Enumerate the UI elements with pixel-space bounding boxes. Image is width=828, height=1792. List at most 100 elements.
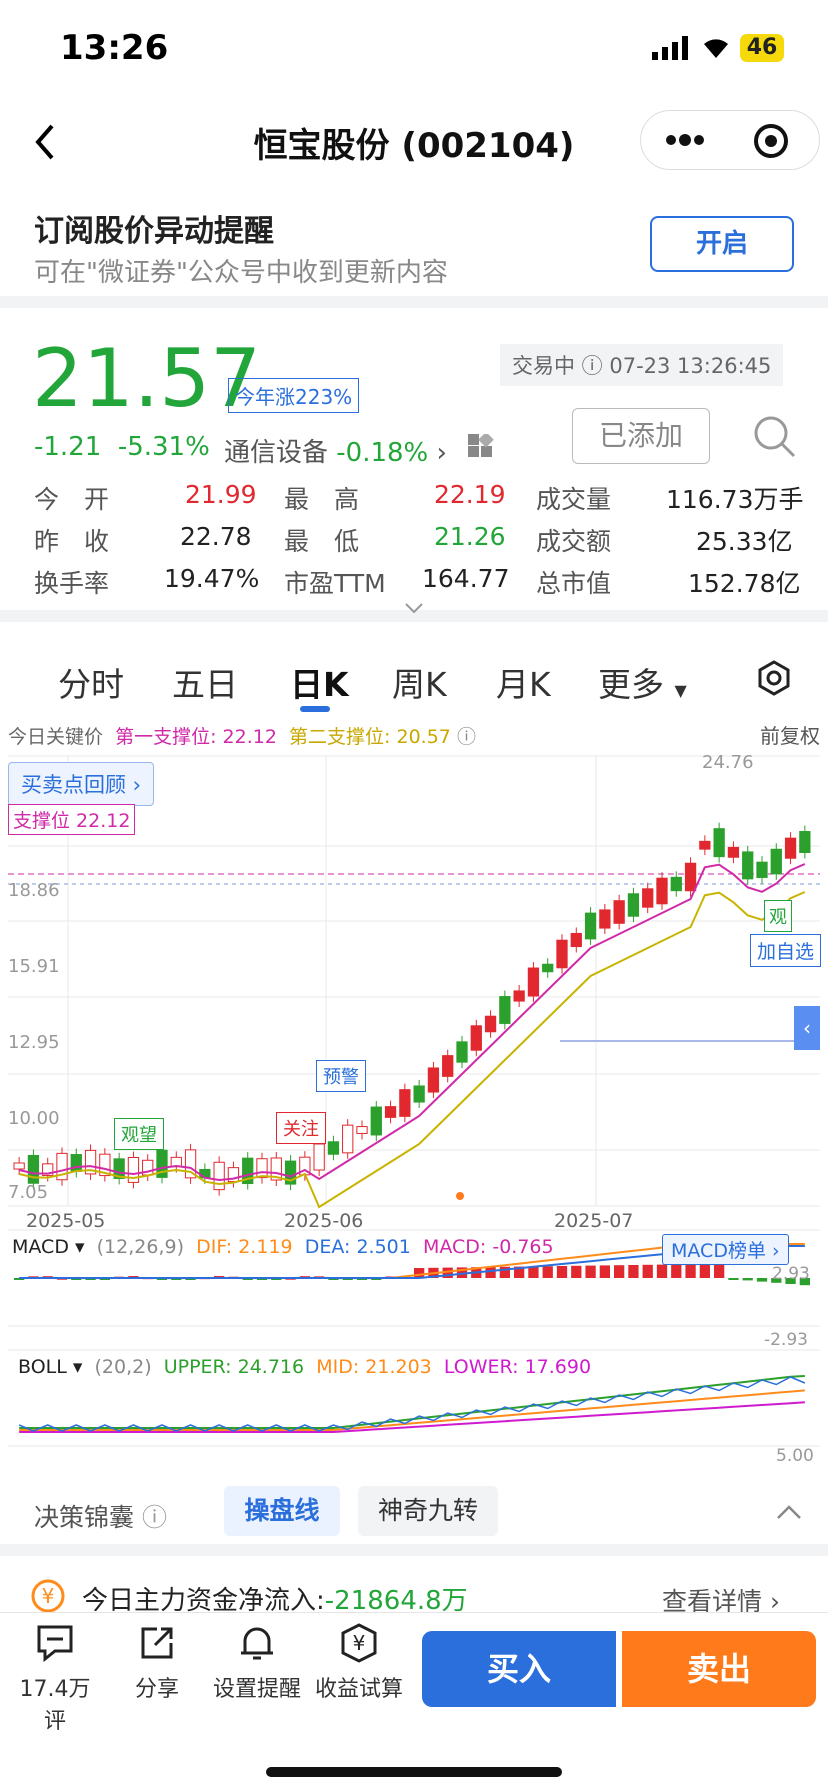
candle (27, 1154, 40, 1184)
enable-button[interactable]: 开启 (650, 216, 794, 272)
candle (442, 1055, 454, 1077)
tag-watch[interactable]: 观望 (114, 1118, 164, 1150)
candle (413, 1085, 425, 1103)
change: -1.21 (34, 432, 102, 462)
macd-top: 2.93 (772, 1264, 810, 1284)
candle (213, 1161, 225, 1191)
macd-bar (599, 1265, 610, 1278)
boll-mid-value: MID: 21.203 (316, 1356, 432, 1378)
candle (484, 1015, 497, 1033)
home-indicator (266, 1767, 562, 1777)
tab-intraday[interactable]: 分时 (58, 658, 124, 706)
key-price-label: 今日关键价 (8, 726, 104, 748)
tab-5day[interactable]: 五日 (172, 658, 238, 706)
ytick-5: 7.05 (8, 1182, 49, 1203)
support1: 第一支撑位: 22.12 (115, 726, 277, 748)
tool-trade-line[interactable]: 操盘线 (224, 1486, 340, 1536)
comments-button[interactable]: 17.4万评 (10, 1623, 100, 1735)
macd-bar (585, 1265, 596, 1278)
subscribe-title: 订阅股价异动提醒 (34, 214, 274, 249)
candle (742, 851, 754, 880)
candle (527, 967, 540, 997)
value-mcap: 152.78亿 (688, 569, 801, 598)
search-icon[interactable] (752, 414, 796, 458)
side-collapse-icon[interactable]: ‹ (794, 1006, 820, 1050)
strategy-tools: 决策锦囊 ⓘ 操盘线 神奇九转 (0, 1476, 828, 1556)
added-button[interactable]: 已添加 (572, 408, 710, 464)
boll-selector[interactable]: BOLL ▾ (18, 1356, 82, 1378)
sector-link[interactable]: 通信设备 -0.18% › (224, 432, 447, 469)
svg-text:¥: ¥ (353, 1631, 366, 1655)
candle (670, 876, 682, 892)
buy-button[interactable]: 买入 (422, 1631, 616, 1707)
value-volume: 116.73万手 (666, 485, 804, 514)
tab-weekly[interactable]: 周K (392, 658, 447, 706)
close-miniapp-icon[interactable] (753, 123, 789, 159)
boll-header: BOLL ▾ (20,2) UPPER: 24.716 MID: 21.203 … (18, 1356, 591, 1378)
grid-icon[interactable] (468, 434, 494, 460)
calc-label: 收益试算 (314, 1677, 403, 1702)
expand-icon[interactable] (404, 602, 424, 614)
set-alert-button[interactable]: 设置提醒 (212, 1623, 302, 1703)
tag-alert[interactable]: 预警 (316, 1060, 366, 1092)
period-tabs: 分时 五日 日K 周K 月K 更多 ▼ (0, 636, 828, 716)
price: 21.57 (32, 332, 262, 425)
calc-button[interactable]: ¥ 收益试算 (314, 1623, 404, 1703)
candle (599, 909, 611, 929)
change-row: -1.21 -5.31% (34, 432, 210, 462)
candle (784, 837, 797, 859)
candle (13, 1162, 25, 1170)
boll-low: 5.00 (776, 1446, 814, 1466)
subscribe-banner: 订阅股价异动提醒 可在"微证券"公众号中收到更新内容 开启 (0, 186, 828, 308)
macd-bar (728, 1278, 739, 1280)
tag-watch2[interactable]: 观 (764, 900, 792, 932)
decision-kit[interactable]: 决策锦囊 ⓘ (34, 1498, 167, 1534)
more-icon[interactable] (665, 133, 705, 147)
candle (327, 1141, 340, 1155)
comments-label: 17.4万评 (19, 1677, 91, 1734)
trade-status: 交易中 ⓘ 07-23 13:26:45 (500, 344, 784, 386)
macd-bar (542, 1266, 553, 1278)
sell-button[interactable]: 卖出 (622, 1631, 816, 1707)
ytick-2: 15.91 (8, 956, 60, 977)
settings-icon[interactable] (756, 660, 792, 696)
support-tag: 支撑位 22.12 (8, 804, 136, 835)
candle (727, 846, 740, 858)
candle (456, 1041, 468, 1063)
label-volume: 成交量 (536, 485, 612, 514)
tool-nine-turn[interactable]: 神奇九转 (358, 1486, 498, 1536)
tab-daily[interactable]: 日K (290, 658, 349, 706)
bell-icon (241, 1627, 273, 1660)
label-open: 今 开 (34, 485, 110, 514)
tab-monthly[interactable]: 月K (496, 658, 551, 706)
status-bar: 13:26 46 (0, 0, 828, 96)
date-1: 2025-06 (284, 1210, 364, 1232)
tab-more-label: 更多 (598, 665, 664, 704)
value-high: 22.19 (434, 480, 506, 509)
macd-dea: DEA: 2.501 (304, 1236, 411, 1258)
macd-rank-button[interactable]: MACD榜单 › (662, 1234, 789, 1265)
label-mcap: 总市值 (536, 569, 612, 598)
review-label: 买卖点回顾 (21, 773, 126, 797)
candle (470, 1025, 482, 1051)
macd-bar (714, 1263, 725, 1278)
macd-bar (556, 1266, 568, 1278)
macd-bar (685, 1264, 696, 1278)
adj-mode[interactable]: 前复权 (760, 720, 820, 749)
signal-icon (652, 36, 688, 60)
macd-selector[interactable]: MACD ▾ (12, 1236, 85, 1258)
candle (370, 1106, 382, 1136)
tag-focus[interactable]: 关注 (276, 1112, 326, 1144)
collapse-icon[interactable] (776, 1504, 802, 1520)
macd-bar (756, 1278, 768, 1282)
status-text: 交易中 (512, 354, 575, 378)
label-high: 最 高 (284, 485, 360, 514)
macd-dif: DIF: 2.119 (196, 1236, 293, 1258)
candle (256, 1158, 268, 1179)
macd-bar (699, 1264, 710, 1278)
review-button[interactable]: 买卖点回顾 › (8, 762, 155, 806)
kline-chart[interactable]: 今日关键价 第一支撑位: 22.12 第二支撑位: 20.57 ⓘ 前复权 买卖… (0, 716, 828, 1476)
share-button[interactable]: 分享 (112, 1623, 202, 1703)
tab-more[interactable]: 更多 ▼ (598, 658, 687, 706)
add-watchlist-button[interactable]: 加自选 (750, 934, 822, 967)
